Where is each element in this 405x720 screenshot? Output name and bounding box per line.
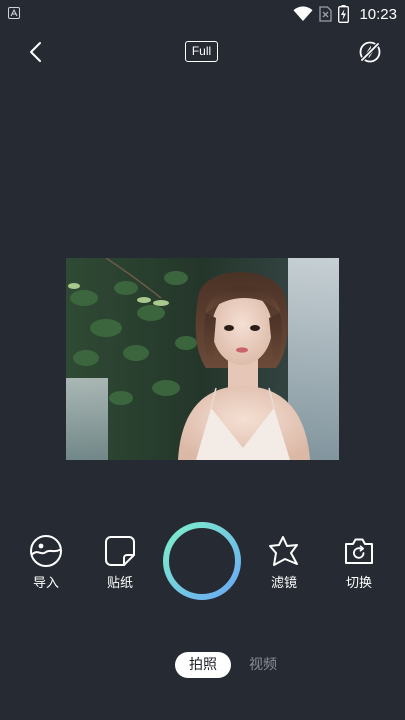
camera-top-bar: Full	[0, 34, 405, 70]
import-label: 导入	[32, 576, 59, 591]
gallery-import-icon	[29, 534, 63, 568]
aspect-ratio-button[interactable]: Full	[185, 41, 218, 62]
filter-button[interactable]: 滤镜	[254, 534, 314, 592]
capture-mode-switcher: 拍照 视频	[0, 652, 405, 678]
status-bar: 10:23	[0, 0, 405, 28]
camera-preview-image	[66, 258, 339, 460]
mode-video-tab[interactable]: 视频	[240, 652, 286, 678]
notification-app-icon	[8, 7, 20, 19]
shutter-button[interactable]	[161, 520, 243, 602]
switch-camera-icon	[342, 534, 376, 568]
switch-camera-button[interactable]: 切换	[329, 534, 389, 592]
status-time: 10:23	[359, 5, 397, 23]
flash-off-icon[interactable]	[358, 40, 382, 64]
chevron-left-icon[interactable]	[24, 40, 48, 64]
shutter-ring-icon	[163, 522, 241, 600]
sticker-label: 贴纸	[106, 576, 133, 591]
sticker-button[interactable]: 贴纸	[90, 534, 150, 592]
camera-screen: 10:23 Full 导入 贴纸 滤镜 切换 拍照 视频	[0, 0, 405, 720]
status-icons: 10:23	[293, 4, 397, 24]
mode-photo-tab[interactable]: 拍照	[175, 652, 231, 678]
sim-no-signal-icon	[319, 6, 333, 22]
wifi-icon	[293, 6, 313, 21]
battery-charging-icon	[338, 5, 350, 23]
filter-label: 滤镜	[270, 576, 297, 591]
star-filter-icon	[267, 534, 301, 568]
import-button[interactable]: 导入	[16, 534, 76, 592]
switch-label: 切换	[345, 576, 372, 591]
sticker-icon	[103, 534, 137, 568]
